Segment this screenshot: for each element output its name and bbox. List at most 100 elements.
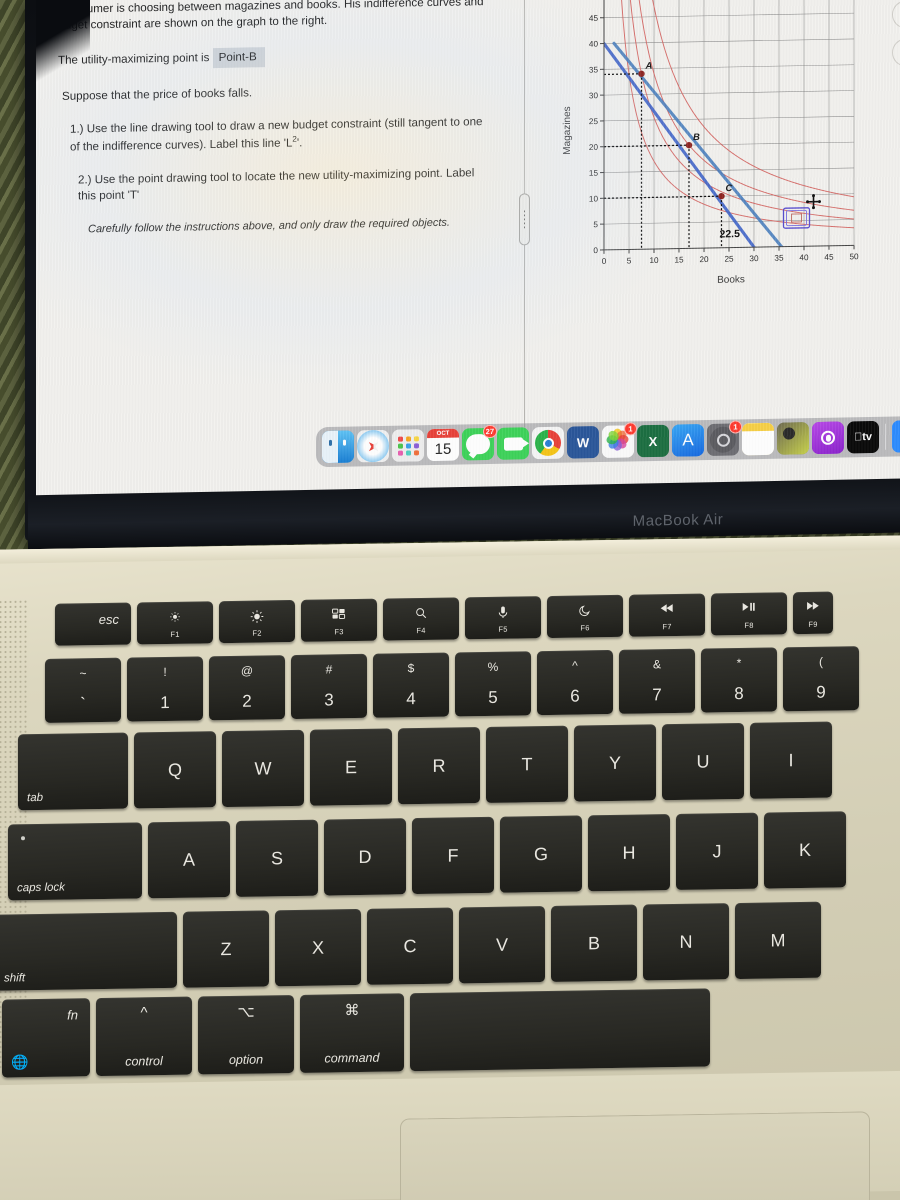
key-q[interactable]: Q [134,731,216,809]
dock-icon-zoom-meetings[interactable] [892,420,900,453]
key-shift-left[interactable]: shift [0,911,177,991]
key-d[interactable]: D [324,818,406,896]
dock-icon-finder[interactable] [322,430,354,464]
popout-icon[interactable] [892,38,900,67]
key-label-y: Y [608,752,621,773]
keyboard-modifier-row: fn 🌐 ^ control ⌥ option ⌘ command [2,988,710,1078]
key-w[interactable]: W [222,729,304,808]
dock-icon-photos[interactable]: 1 [602,422,637,458]
zoom-out-icon[interactable] [892,0,900,29]
utility-answer-field[interactable]: Point-B [212,47,265,69]
key-f[interactable]: F [412,816,494,895]
key-option[interactable]: ⌥ option [198,994,294,1075]
key-label-f6: F6 [580,623,590,633]
key-k[interactable]: K [764,811,846,889]
key-f7[interactable]: F7 [629,593,705,637]
key-f5[interactable]: F5 [465,596,541,640]
key-g[interactable]: G [500,815,582,893]
key-command[interactable]: ⌘ command [300,993,404,1073]
key-label-option: option [228,1052,264,1068]
key-i[interactable]: I [750,721,832,799]
dock-icon-microsoft-word[interactable]: W [567,425,599,459]
dock-icon-preview[interactable] [777,422,809,455]
chart-svg[interactable]: A B C 0 5 10 15 20 25 30 35 40 45 50 0 5 10 15 20 25 30 35 40… [556,0,886,311]
key-three[interactable]: #3 [291,653,367,720]
key-n[interactable]: N [643,903,729,981]
key-tab[interactable]: tab [18,732,128,811]
key-label-h: H [622,842,636,863]
chart-axes: 0510152025303540455005101520253035404550 [589,0,859,266]
svg-text:10: 10 [649,256,659,265]
key-v[interactable]: V [459,906,545,984]
key-one[interactable]: ! 1 [127,656,203,722]
dock-icon-chrome[interactable] [532,426,564,460]
key-five[interactable]: % 5 [455,651,531,717]
key-four[interactable]: $4 [373,652,449,718]
dock-icon-microsoft-excel[interactable]: X [637,424,669,458]
key-y[interactable]: Y [574,724,656,802]
laptop-screen: A consumer is choosing between magazines… [36,0,900,501]
dock-icon-app-store[interactable]: A [672,424,704,457]
dock-icon-calendar[interactable]: OCT 15 [427,428,459,462]
key-label-caps-lock: caps lock [17,881,65,895]
key-six[interactable]: ^ 6 [537,649,613,716]
key-control[interactable]: ^ control [96,996,192,1077]
svg-text:45: 45 [824,253,834,262]
key-t[interactable]: T [486,725,568,803]
key-r[interactable]: R [398,727,480,805]
globe-icon: 🌐 [11,1054,29,1071]
key-label-two: 2 [242,691,252,711]
key-f9[interactable]: F9 [793,591,833,635]
key-f6[interactable]: F6 [547,594,623,639]
dock-icon-apple-tv[interactable]: tv [847,420,879,454]
key-label-five: 5 [488,687,498,707]
key-seven[interactable]: & 7 [619,648,695,714]
caps-lock-indicator-icon [21,836,25,841]
key-esc[interactable]: esc [55,602,131,646]
appletv-label: tv [854,431,872,444]
dock-icon-notes[interactable] [742,422,774,456]
key-u[interactable]: U [662,722,744,801]
dictation-icon [465,605,541,622]
key-backtick[interactable]: ~ ` [45,657,121,723]
svg-text:40: 40 [799,253,809,262]
key-m[interactable]: M [735,901,821,980]
key-f4[interactable]: F4 [383,597,459,641]
key-s[interactable]: S [236,819,318,897]
key-caps-lock[interactable]: caps lock [8,822,142,901]
key-eight[interactable]: * 8 [701,647,777,713]
task-1-main: 1.) Use the line drawing tool to draw a … [70,114,483,154]
pane-splitter-handle[interactable] [519,193,530,246]
indifference-curve-chart[interactable]: A B C 0 5 10 15 20 25 30 35 40 45 50 0 5 10 15 20 25 30 35 40… [556,0,886,311]
dock-icon-system-settings[interactable]: 1 [707,420,742,457]
key-z[interactable]: Z [183,910,269,988]
key-nine[interactable]: (9 [783,646,859,712]
key-space[interactable] [410,988,710,1072]
option-glyph-icon: ⌥ [237,1003,255,1021]
dock-icon-messages[interactable]: 27 [462,424,497,461]
dock-icon-safari[interactable] [357,429,389,463]
key-shift-label-three: # [325,662,333,677]
key-a[interactable]: A [148,820,230,899]
key-f1[interactable]: F1 [137,601,213,645]
key-f3[interactable]: F3 [301,598,377,642]
key-f8[interactable]: F8 [711,592,787,636]
key-j[interactable]: J [676,812,758,890]
key-c[interactable]: C [367,907,453,985]
key-fn[interactable]: fn 🌐 [2,998,90,1078]
dock-icon-launchpad[interactable] [392,429,424,462]
key-b[interactable]: B [551,904,637,982]
key-label-eight: 8 [734,683,744,704]
dock-badge-system-settings: 1 [729,420,742,434]
dock-icon-podcasts[interactable] [812,421,844,455]
trackpad[interactable] [400,1111,870,1200]
key-f2[interactable]: F2 [219,599,295,644]
question-pane: A consumer is choosing between magazines… [36,0,506,436]
key-h[interactable]: H [588,814,670,892]
key-two[interactable]: @2 [209,655,285,721]
key-label-a: A [182,849,195,870]
key-label-f4: F4 [416,625,426,636]
key-x[interactable]: X [275,908,361,987]
key-e[interactable]: E [310,728,392,806]
dock-icon-facetime[interactable] [497,427,529,460]
